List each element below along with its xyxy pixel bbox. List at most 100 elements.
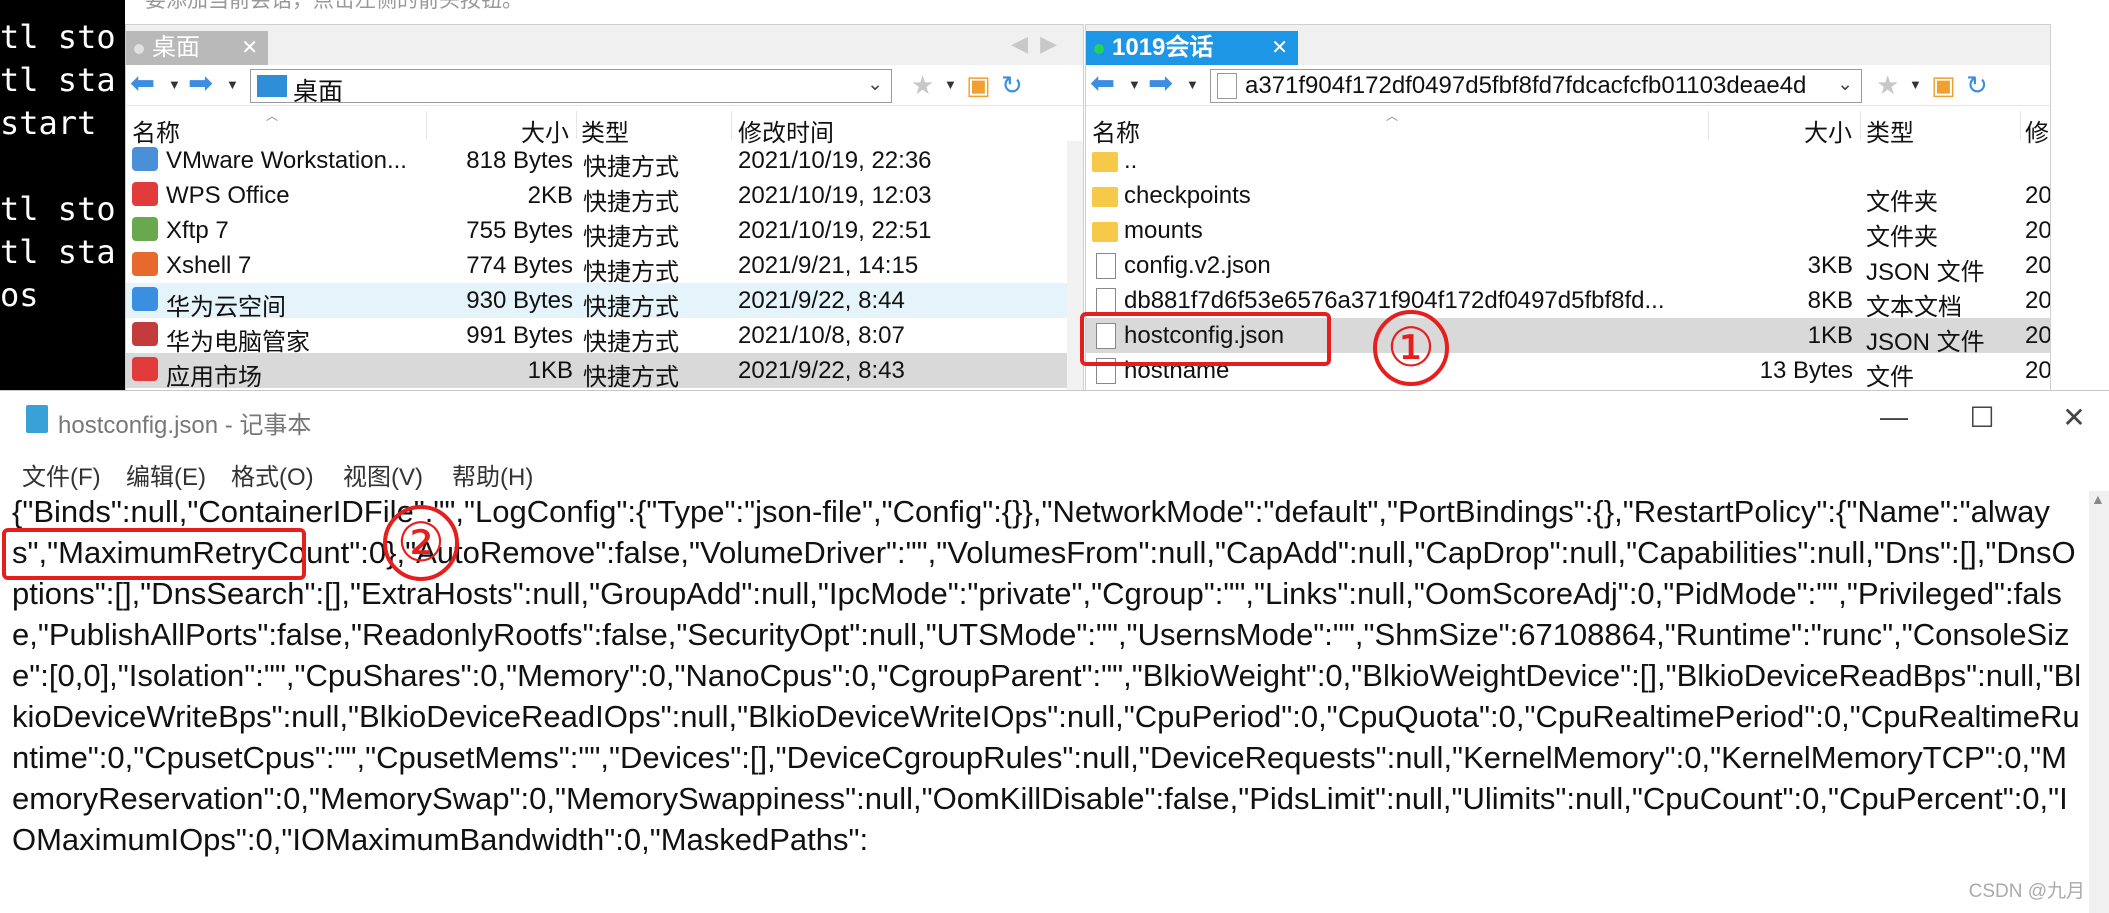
cell-modified: 2021/10/19, 22:36 — [738, 147, 932, 174]
cell-type: 文件 — [1866, 364, 1914, 391]
cell-size: 8KB — [1807, 287, 1853, 314]
file-icon — [1096, 288, 1116, 314]
cell-modified: 20 — [2025, 217, 2051, 244]
chevron-down-icon[interactable]: ▼ — [1909, 77, 1922, 92]
chevron-down-icon[interactable]: ▼ — [1128, 77, 1141, 92]
cell-size: 1KB — [527, 357, 573, 384]
file-row[interactable]: .. — [1086, 143, 2050, 178]
minimize-icon[interactable]: — — [1874, 401, 1914, 433]
tab-label: 桌面 — [152, 34, 200, 61]
menu-format[interactable]: 格式(O) — [231, 457, 314, 492]
file-row[interactable]: WPS Office 2KB 快捷方式 2021/10/19, 12:03 — [126, 178, 1083, 216]
cell-size: 930 Bytes — [466, 287, 573, 314]
file-row[interactable]: mounts 文件夹 20 — [1086, 213, 2051, 251]
close-icon[interactable]: ✕ — [1271, 31, 1288, 65]
chevron-down-icon[interactable]: ⌄ — [867, 73, 883, 96]
cell-name: config.v2.json — [1124, 252, 1271, 279]
scroll-up-icon[interactable]: ▲ — [2091, 491, 2105, 507]
cell-modified: 20 — [2025, 357, 2051, 384]
cell-modified: 2021/9/22, 8:44 — [738, 287, 905, 314]
pcmanager-icon — [132, 322, 158, 346]
xshell-icon — [132, 252, 158, 276]
back-arrow-icon[interactable]: ⬅ — [1090, 69, 1115, 99]
file-row[interactable]: Xshell 7 774 Bytes 快捷方式 2021/9/21, 14:15 — [126, 248, 1083, 286]
terminal-line: start — [0, 104, 116, 142]
cell-type: 快捷方式 — [583, 329, 679, 356]
file-row[interactable]: VMware Workstation... 818 Bytes 快捷方式 2021/1… — [126, 143, 1083, 181]
terminal-line: tl sto — [0, 18, 116, 56]
back-arrow-icon[interactable]: ⬅ — [130, 69, 155, 99]
chevron-down-icon[interactable]: ⌄ — [1837, 73, 1853, 96]
forward-arrow-icon[interactable]: ➡ — [1148, 69, 1173, 99]
xftp-icon — [132, 217, 158, 241]
file-row[interactable]: Xftp 7 755 Bytes 快捷方式 2021/10/19, 22:51 — [126, 213, 1083, 251]
text-editor[interactable]: {"Binds":null,"ContainerIDFile":"","LogC… — [12, 491, 2082, 911]
menu-edit[interactable]: 编辑(E) — [126, 457, 206, 492]
tab-scroll-arrows[interactable]: ◀▶ — [1011, 31, 1069, 57]
cell-modified: 2021/10/8, 8:07 — [738, 322, 905, 349]
highlight-box-hostconfig — [1080, 312, 1331, 366]
chevron-down-icon[interactable]: ▼ — [226, 77, 239, 92]
cell-size: 755 Bytes — [466, 217, 573, 244]
cell-size: 3KB — [1807, 252, 1853, 279]
menu-view[interactable]: 视图(V) — [343, 457, 423, 492]
cell-type: JSON 文件 — [1866, 259, 1985, 286]
cloud-icon — [132, 287, 158, 311]
cell-modified: 20 — [2025, 287, 2051, 314]
chevron-down-icon[interactable]: ▼ — [1186, 77, 1199, 92]
column-divider[interactable] — [1860, 111, 1861, 139]
tab-desktop[interactable]: 桌面 ✕ — [126, 31, 268, 65]
title-bar[interactable]: hostconfig.json - 记事本 — ☐ ✕ — [0, 391, 2109, 447]
annotation-mark-2: ② — [383, 505, 459, 581]
file-row[interactable]: 华为电脑管家 991 Bytes 快捷方式 2021/10/8, 8:07 — [126, 318, 1083, 356]
refresh-icon[interactable]: ↻ — [1001, 71, 1023, 99]
column-divider[interactable] — [1708, 111, 1709, 139]
parent-folder-icon[interactable]: ▣ — [1931, 71, 1956, 99]
column-divider[interactable] — [426, 111, 427, 139]
column-divider[interactable] — [731, 111, 732, 139]
maximize-icon[interactable]: ☐ — [1962, 401, 2002, 434]
file-row[interactable]: checkpoints 文件夹 20 — [1086, 178, 2051, 216]
folder-path-icon — [1217, 73, 1237, 99]
forward-arrow-icon[interactable]: ➡ — [188, 69, 213, 99]
menu-bar: 文件(F) 编辑(E) 格式(O) 视图(V) 帮助(H) — [0, 447, 2109, 491]
notepad-window: hostconfig.json - 记事本 — ☐ ✕ 文件(F) 编辑(E) … — [0, 390, 2109, 913]
column-header: 名称 ︿ 大小 类型 修改时间 — [126, 107, 1083, 147]
sort-arrow-icon: ︿ — [1386, 109, 1399, 123]
star-icon[interactable]: ★ — [1876, 71, 1899, 99]
menu-help[interactable]: 帮助(H) — [452, 457, 533, 492]
refresh-icon[interactable]: ↻ — [1966, 71, 1988, 99]
cell-size: 774 Bytes — [466, 252, 573, 279]
file-row[interactable]: config.v2.json 3KB JSON 文件 20 — [1086, 248, 2050, 286]
path-input[interactable]: a371f904f172df0497d5fbf8fd7fdcacfcfb0110… — [1210, 69, 1862, 103]
scrollbar[interactable]: ▲ — [2089, 491, 2109, 913]
watermark: CSDN @九月 — [1968, 881, 2085, 902]
file-row[interactable]: 华为云空间 930 Bytes 快捷方式 2021/9/22, 8:44 — [126, 283, 1083, 321]
tab-status-icon — [134, 44, 144, 54]
close-icon[interactable]: ✕ — [241, 31, 258, 65]
cell-size: 991 Bytes — [466, 322, 573, 349]
chevron-down-icon[interactable]: ▼ — [944, 77, 957, 92]
cell-size: 1KB — [1807, 322, 1853, 349]
chevron-down-icon[interactable]: ▼ — [168, 77, 181, 92]
terminal-line: tl sta — [0, 233, 116, 271]
cell-name: VMware Workstation... — [166, 147, 407, 174]
cell-modified: 20 — [2025, 182, 2051, 209]
column-divider[interactable] — [2020, 111, 2021, 139]
star-icon[interactable]: ★ — [911, 71, 934, 99]
terminal-line: tl sto — [0, 190, 116, 228]
column-divider[interactable] — [576, 111, 577, 139]
path-input[interactable]: 桌面 ⌄ — [250, 69, 892, 106]
window-title: hostconfig.json - 记事本 — [58, 412, 312, 439]
tab-label: 1019会话 — [1112, 34, 1214, 61]
parent-folder-icon[interactable]: ▣ — [966, 71, 991, 99]
close-icon[interactable]: ✕ — [2054, 401, 2094, 434]
cell-size: 2KB — [527, 182, 573, 209]
path-text: a371f904f172df0497d5fbf8fd7fdcacfcfb0110… — [1245, 72, 1807, 99]
tab-session[interactable]: 1019会话 ✕ — [1086, 31, 1298, 65]
file-row[interactable]: 应用市场 1KB 快捷方式 2021/9/22, 8:43 — [126, 353, 1083, 391]
folder-icon — [1092, 152, 1118, 172]
cell-size: 13 Bytes — [1759, 357, 1853, 384]
menu-file[interactable]: 文件(F) — [22, 457, 101, 492]
cell-type: 文件夹 — [1866, 189, 1938, 216]
